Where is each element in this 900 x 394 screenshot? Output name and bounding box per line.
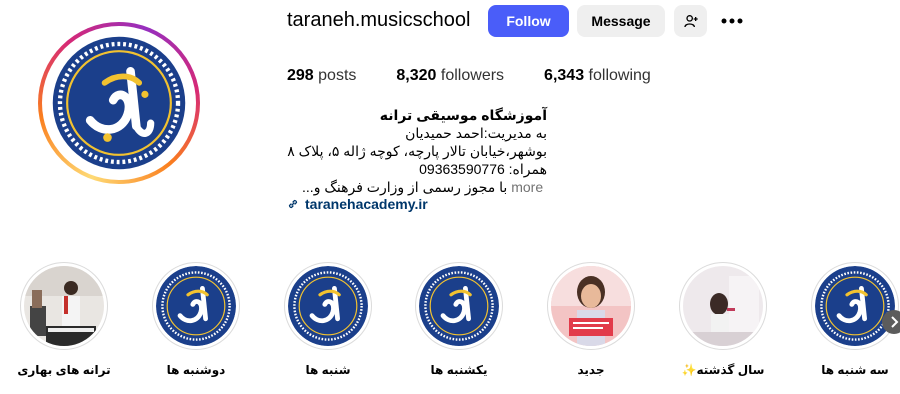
highlight-item[interactable]: یکشنبه ها — [409, 262, 509, 377]
highlight-cover-ring[interactable] — [547, 262, 635, 350]
bio-name: آموزشگاه موسیقی ترانه — [379, 107, 547, 123]
school-logo — [419, 266, 499, 346]
highlight-item[interactable]: جدید — [541, 262, 641, 377]
highlight-cover-photo[interactable] — [24, 266, 104, 346]
school-logo — [288, 266, 368, 346]
link-chain-icon — [288, 199, 298, 209]
highlight-cover-ring[interactable] — [284, 262, 372, 350]
highlight-cover-photo[interactable] — [156, 266, 236, 346]
highlight-cover-ring[interactable] — [811, 262, 899, 350]
highlight-item[interactable]: سال گذشته✨ — [673, 262, 773, 377]
chevron-right-icon — [891, 316, 899, 328]
following-label[interactable]: following — [589, 67, 651, 84]
highlight-cover-photo[interactable] — [288, 266, 368, 346]
bio-line-license: با مجوز رسمی از وزارت فرهنگ و... more — [287, 178, 547, 196]
highlight-cover-photo[interactable] — [815, 266, 895, 346]
options-button[interactable] — [716, 5, 748, 37]
follow-button[interactable]: Follow — [488, 5, 569, 37]
bio-line-address: بوشهر،خیابان تالار پارچه، کوچه ژاله ۵، پ… — [287, 143, 547, 159]
bio-website-link[interactable]: taranehacademy.ir — [287, 196, 428, 212]
followers-label[interactable]: followers — [441, 67, 504, 84]
profile-avatar-ring[interactable] — [38, 22, 200, 184]
bio-more-link[interactable]: more — [507, 178, 547, 196]
highlight-label[interactable]: ترانه های بهاری — [17, 363, 110, 377]
highlight-label[interactable]: جدید — [577, 363, 604, 377]
bio-line-manager: به مدیریت:احمد حمیدیان — [405, 125, 547, 141]
highlight-cover-photo[interactable] — [419, 266, 499, 346]
highlight-cover-ring[interactable] — [679, 262, 767, 350]
child-photo — [551, 266, 631, 346]
highlight-item[interactable]: ترانه های بهاری — [14, 262, 114, 377]
followers-stat[interactable]: 8,320 followers — [396, 67, 504, 85]
highlight-cover-ring[interactable] — [152, 262, 240, 350]
profile-username: taraneh.musicschool — [287, 9, 471, 31]
bio-line-phone: همراه: 09363590776 — [419, 161, 547, 177]
posts-label: posts — [318, 67, 357, 84]
following-stat[interactable]: 6,343 following — [544, 67, 651, 85]
highlight-label[interactable]: دوشنبه ها — [167, 363, 226, 377]
highlight-cover-ring[interactable] — [20, 262, 108, 350]
profile-stats: 298 posts 8,320 followers 6,343 followin… — [287, 67, 691, 85]
school-logo — [156, 266, 236, 346]
bio-more-label[interactable]: more — [511, 179, 543, 195]
message-button[interactable]: Message — [577, 5, 665, 37]
bio-website-text[interactable]: taranehacademy.ir — [305, 196, 428, 212]
highlight-cover-photo[interactable] — [551, 266, 631, 346]
highlight-cover-photo[interactable] — [683, 266, 763, 346]
highlight-item[interactable]: دوشنبه ها — [146, 262, 246, 377]
school-logo — [815, 266, 895, 346]
person-add-icon — [683, 15, 698, 28]
more-dots-icon — [721, 18, 743, 24]
performance-photo — [24, 266, 104, 346]
profile-bio: آموزشگاه موسیقی ترانه به مدیریت:احمد حمی… — [287, 106, 547, 196]
followers-count[interactable]: 8,320 — [396, 67, 436, 84]
suggest-users-button[interactable] — [674, 5, 707, 37]
highlight-item[interactable]: شنبه ها — [278, 262, 378, 377]
highlight-label[interactable]: یکشنبه ها — [431, 363, 488, 377]
highlight-label[interactable]: سال گذشته✨ — [682, 363, 765, 377]
highlight-label[interactable]: سه شنبه ها — [821, 363, 888, 377]
school-logo — [48, 32, 190, 174]
highlights-next-button[interactable] — [882, 310, 900, 334]
highlight-label[interactable]: شنبه ها — [305, 363, 350, 377]
following-count[interactable]: 6,343 — [544, 67, 584, 84]
posts-stat: 298 posts — [287, 67, 356, 85]
highlight-cover-ring[interactable] — [415, 262, 503, 350]
profile-avatar[interactable] — [42, 26, 196, 180]
class-photo — [683, 266, 763, 346]
posts-count: 298 — [287, 67, 314, 84]
bio-license-text: با مجوز رسمی از وزارت فرهنگ و... — [302, 179, 508, 195]
